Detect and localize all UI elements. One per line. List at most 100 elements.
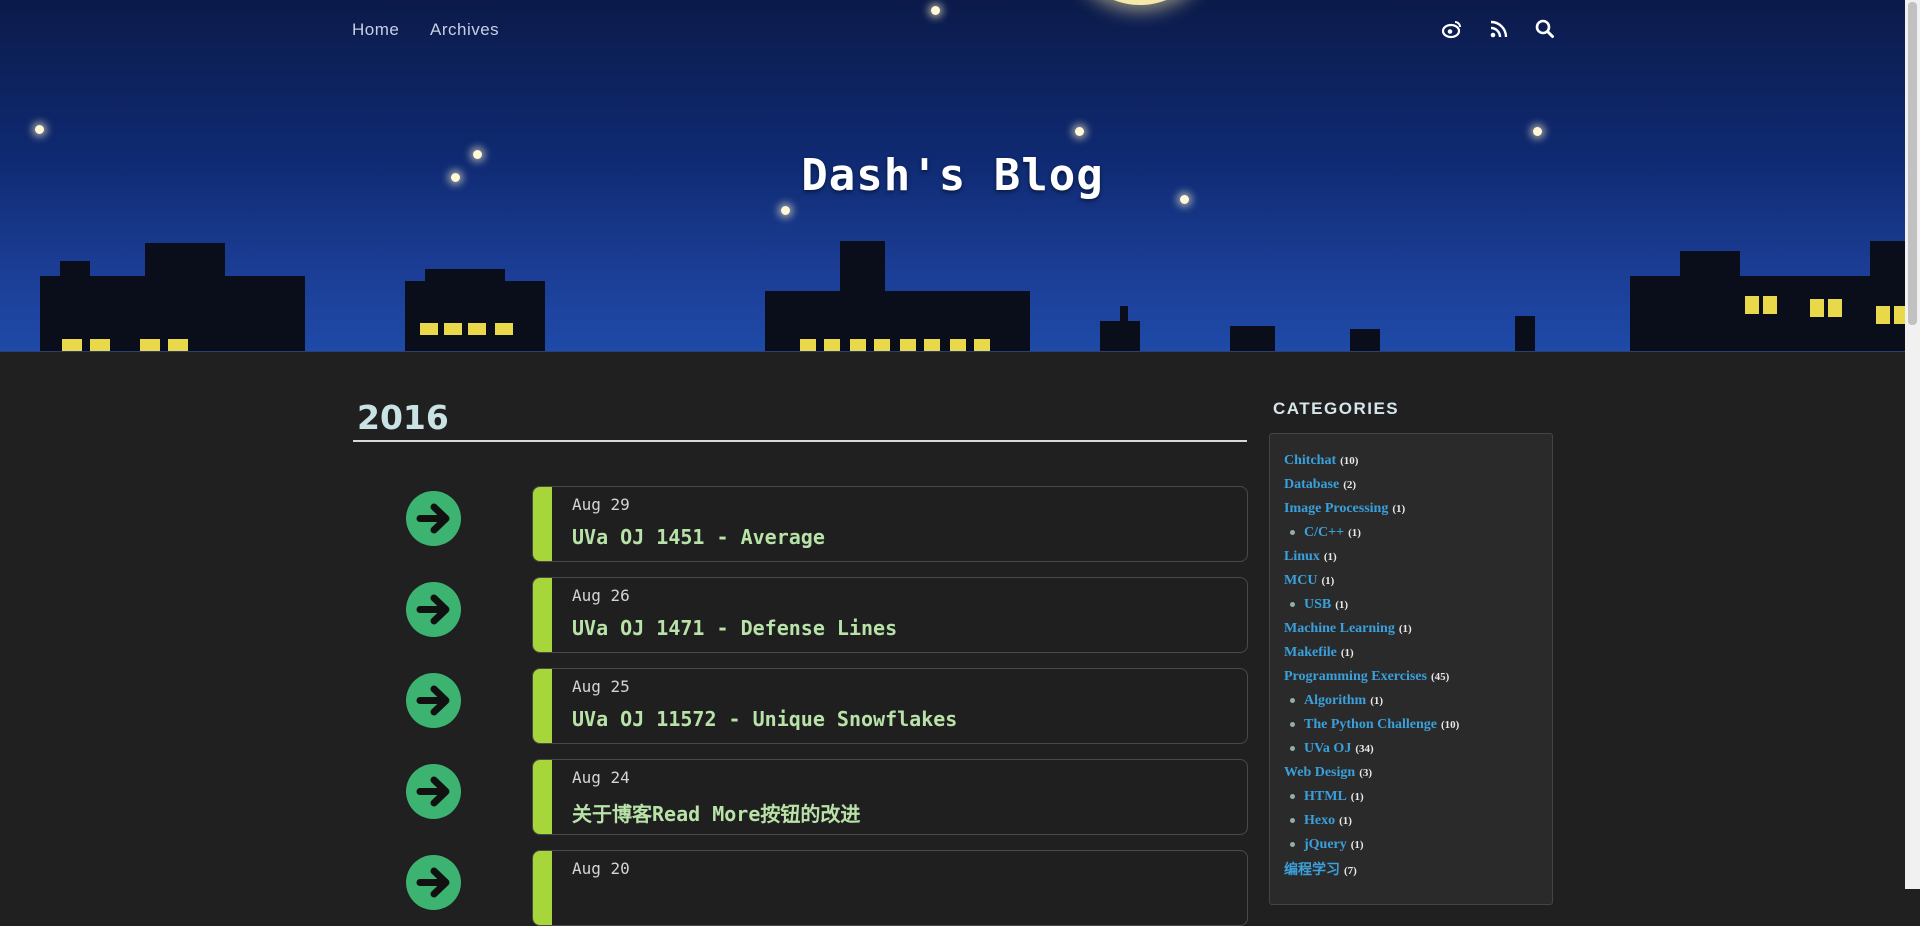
category-link[interactable]: Algorithm (1304, 693, 1366, 708)
category-count: (34) (1355, 743, 1374, 755)
post-title-link[interactable]: UVa OJ 1451 - Average (572, 525, 825, 549)
category-count: (1) (1339, 815, 1352, 827)
list-bullet (1290, 746, 1295, 751)
arrow-right-icon[interactable] (406, 582, 461, 637)
subcategory-item[interactable]: USB (1) (1290, 595, 1348, 613)
category-link[interactable]: Database (1284, 477, 1339, 492)
category-count: (1) (1323, 551, 1337, 563)
post-date: Aug 20 (572, 859, 630, 878)
post-card[interactable]: Aug 26 UVa OJ 1471 - Defense Lines (532, 577, 1248, 653)
categories-panel: Chitchat (10) Database (2) Image Processin… (1269, 433, 1553, 905)
category-count: (1) (1370, 695, 1384, 707)
category-link[interactable]: Chitchat (1284, 453, 1336, 468)
arrow-right-icon[interactable] (406, 673, 461, 728)
category-count: (10) (1340, 455, 1359, 467)
category-item[interactable]: Image Processing (1) (1284, 499, 1405, 517)
list-bullet (1290, 530, 1295, 535)
category-count: (1) (1350, 839, 1364, 851)
category-item[interactable]: Chitchat (10) (1284, 451, 1358, 469)
post-date: Aug 29 (572, 495, 630, 514)
category-link[interactable]: HTML (1304, 789, 1347, 804)
post-title-link[interactable]: UVa OJ 11572 - Unique Snowflakes (572, 707, 957, 731)
page-scrollbar[interactable] (1905, 0, 1920, 889)
category-link[interactable]: USB (1304, 597, 1331, 612)
subcategory-item[interactable]: UVa OJ (34) (1290, 739, 1374, 757)
search-icon[interactable] (1534, 18, 1556, 40)
arrow-right-icon[interactable] (406, 855, 461, 910)
star-decoration (781, 206, 790, 215)
category-link[interactable]: jQuery (1304, 837, 1347, 852)
category-link[interactable]: Programming Exercises (1284, 669, 1427, 684)
category-count: (1) (1398, 623, 1412, 635)
category-link[interactable]: Hexo (1304, 813, 1335, 828)
subcategory-item[interactable]: Algorithm (1) (1290, 691, 1384, 709)
list-bullet (1290, 722, 1295, 727)
category-item[interactable]: MCU (1) (1284, 571, 1334, 589)
category-item[interactable]: Programming Exercises (45) (1284, 667, 1449, 685)
category-link[interactable]: 编程学习 (1284, 863, 1340, 878)
post-title-link[interactable]: 关于博客Read More按钮的改进 (572, 798, 860, 827)
category-link[interactable]: Linux (1284, 549, 1320, 564)
category-item[interactable]: Machine Learning (1) (1284, 619, 1412, 637)
post-accent-stripe (533, 487, 552, 561)
nav-archives-link[interactable]: Archives (430, 20, 499, 40)
star-decoration (1533, 127, 1542, 136)
category-count: (45) (1430, 671, 1450, 683)
list-bullet (1290, 602, 1295, 607)
category-count: (10) (1441, 719, 1460, 731)
category-count: (1) (1321, 575, 1335, 587)
category-count: (1) (1392, 503, 1406, 515)
header-banner: Home Archives Dash's Blog (0, 0, 1905, 352)
moon-decoration (1070, 0, 1210, 5)
subcategory-item[interactable]: HTML (1) (1290, 787, 1364, 805)
post-card[interactable]: Aug 24 关于博客Read More按钮的改进 (532, 759, 1248, 835)
category-item[interactable]: Web Design (3) (1284, 763, 1372, 781)
post-date: Aug 24 (572, 768, 630, 787)
category-count: (1) (1348, 527, 1361, 539)
archive-year-heading: 2016 (357, 398, 449, 437)
categories-heading: CATEGORIES (1273, 399, 1400, 418)
category-link[interactable]: Image Processing (1284, 501, 1388, 516)
list-bullet (1290, 698, 1295, 703)
subcategory-item[interactable]: Hexo (1) (1290, 811, 1352, 829)
category-link[interactable]: Machine Learning (1284, 621, 1395, 636)
star-decoration (931, 6, 940, 15)
post-date: Aug 26 (572, 586, 630, 605)
post-card[interactable]: Aug 20 (532, 850, 1248, 926)
category-link[interactable]: C/C++ (1304, 525, 1344, 540)
category-link[interactable]: The Python Challenge (1304, 717, 1437, 732)
scrollbar-thumb[interactable] (1908, 2, 1917, 325)
category-link[interactable]: UVa OJ (1304, 741, 1351, 756)
category-count: (1) (1340, 647, 1354, 659)
subcategory-item[interactable]: C/C++ (1) (1290, 523, 1361, 541)
rss-icon[interactable] (1488, 18, 1510, 40)
post-title-link[interactable]: UVa OJ 1471 - Defense Lines (572, 616, 897, 640)
post-accent-stripe (533, 669, 552, 743)
category-count: (3) (1359, 767, 1373, 779)
site-title[interactable]: Dash's Blog (0, 150, 1905, 201)
category-item[interactable]: Database (2) (1284, 475, 1356, 493)
category-count: (7) (1344, 865, 1357, 877)
subcategory-item[interactable]: jQuery (1) (1290, 835, 1364, 853)
category-item[interactable]: Makefile (1) (1284, 643, 1354, 661)
category-link[interactable]: Makefile (1284, 645, 1337, 660)
arrow-right-icon[interactable] (406, 491, 461, 546)
nav-home-link[interactable]: Home (352, 20, 399, 40)
category-count: (2) (1343, 479, 1357, 491)
post-date: Aug 25 (572, 677, 630, 696)
star-decoration (1075, 127, 1084, 136)
post-accent-stripe (533, 851, 552, 925)
list-bullet (1290, 794, 1295, 799)
weibo-icon[interactable] (1441, 18, 1463, 40)
category-link[interactable]: MCU (1284, 573, 1317, 588)
category-item[interactable]: 编程学习 (7) (1284, 859, 1357, 879)
post-card[interactable]: Aug 25 UVa OJ 11572 - Unique Snowflakes (532, 668, 1248, 744)
category-count: (1) (1350, 791, 1364, 803)
category-item[interactable]: Linux (1) (1284, 547, 1337, 565)
post-accent-stripe (533, 578, 552, 652)
subcategory-item[interactable]: The Python Challenge (10) (1290, 715, 1460, 733)
category-link[interactable]: Web Design (1284, 765, 1355, 780)
post-card[interactable]: Aug 29 UVa OJ 1451 - Average (532, 486, 1248, 562)
star-decoration (35, 125, 44, 134)
arrow-right-icon[interactable] (406, 764, 461, 819)
